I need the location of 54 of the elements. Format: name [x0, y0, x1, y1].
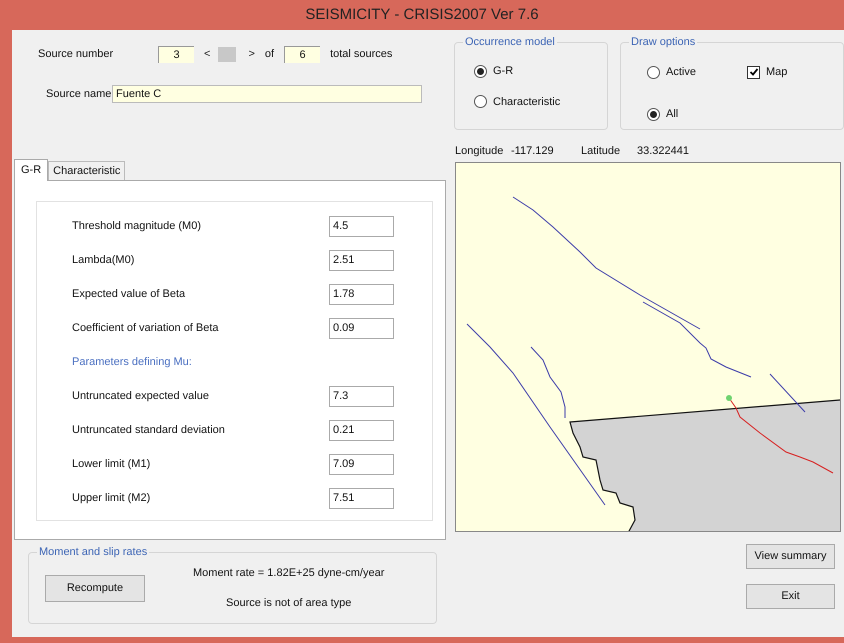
- parameter-field[interactable]: 0.21: [329, 420, 394, 441]
- of-label: of: [264, 47, 274, 62]
- source-name-field[interactable]: Fuente C: [112, 85, 422, 103]
- section-heading: Parameters defining Mu:: [72, 355, 192, 370]
- recompute-button[interactable]: Recompute: [45, 574, 145, 602]
- parameter-label: Lower limit (M1): [72, 457, 150, 472]
- map-panel[interactable]: [455, 162, 841, 532]
- parameter-field[interactable]: 2.51: [329, 250, 394, 271]
- parameter-field[interactable]: 7.09: [329, 454, 394, 475]
- tab[interactable]: G-R: [14, 159, 48, 181]
- total-field: 6: [284, 46, 320, 63]
- source-number-label: Source number: [38, 47, 114, 62]
- checkbox[interactable]: [747, 66, 760, 78]
- group-title: Draw options: [629, 35, 698, 49]
- radio-label[interactable]: Active: [666, 64, 696, 80]
- parameter-field[interactable]: 7.51: [329, 488, 394, 509]
- fault-line: [770, 374, 806, 412]
- source-name-label: Source name: [46, 86, 112, 102]
- parameter-label: Expected value of Beta: [72, 287, 186, 302]
- source-number-field[interactable]: 3: [158, 46, 194, 63]
- scroll-thumb[interactable]: [218, 47, 236, 62]
- coordinate-value: -117.129: [511, 144, 554, 159]
- radio-label[interactable]: G-R: [493, 63, 514, 80]
- parameter-label: Threshold magnitude (M0): [72, 219, 202, 234]
- coordinate-value: 33.322441: [637, 144, 689, 159]
- window-title: SEISMICITY - CRISIS2007 Ver 7.6: [305, 4, 539, 25]
- radio-button[interactable]: [474, 95, 487, 108]
- radio-button[interactable]: [474, 64, 487, 78]
- area-type-note: Source is not of area type: [226, 596, 352, 611]
- coordinate-label: Latitude: [581, 144, 622, 159]
- group-title: Moment and slip rates: [37, 545, 150, 559]
- parameter-label: Coefficient of variation of Beta: [72, 321, 219, 336]
- parameter-label: Lambda(M0): [72, 253, 134, 268]
- previous-button[interactable]: <: [202, 46, 212, 63]
- coordinate-label: Longitude: [455, 144, 504, 159]
- checkbox-label[interactable]: Map: [766, 64, 788, 80]
- dialog-button[interactable]: Exit: [746, 584, 835, 609]
- parameter-field[interactable]: 4.5: [329, 216, 394, 237]
- point-marker: [726, 395, 732, 401]
- parameter-field[interactable]: 1.78: [329, 284, 394, 305]
- dialog-button[interactable]: View summary: [746, 544, 835, 569]
- tab[interactable]: Characteristic: [48, 161, 126, 180]
- radio-button[interactable]: [647, 108, 660, 120]
- next-button[interactable]: >: [246, 46, 257, 63]
- parameter-label: Untruncated standard deviation: [72, 423, 225, 438]
- total-sources-label: total sources: [330, 47, 392, 62]
- parameter-field[interactable]: 0.09: [329, 318, 394, 339]
- moment-rate-text: Moment rate = 1.82E+25 dyne-cm/year: [193, 566, 384, 580]
- parameter-label: Untruncated expected value: [72, 389, 209, 404]
- radio-button[interactable]: [647, 66, 660, 78]
- parameter-label: Upper limit (M2): [72, 491, 150, 506]
- radio-label[interactable]: All: [666, 106, 678, 122]
- parameter-field[interactable]: 7.3: [329, 386, 394, 407]
- radio-label[interactable]: Characteristic: [493, 94, 560, 110]
